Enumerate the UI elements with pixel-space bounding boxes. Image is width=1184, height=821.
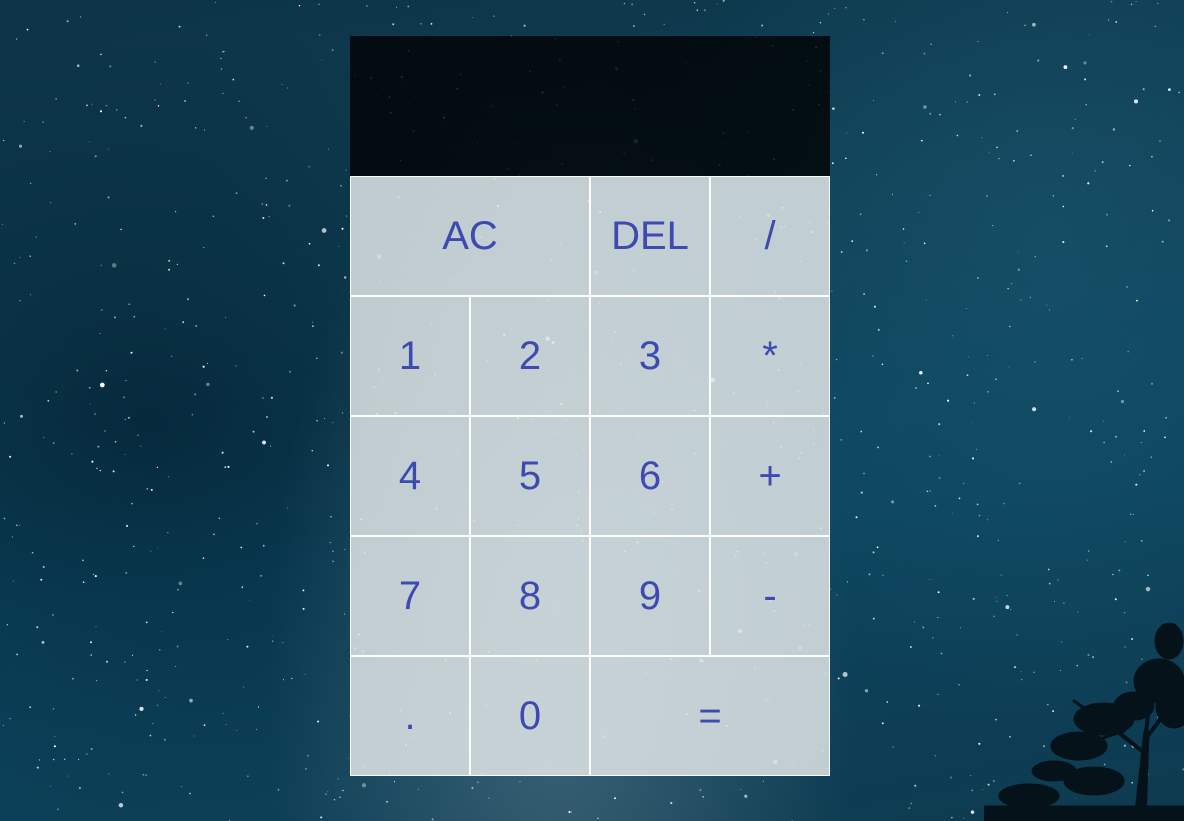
multiply-button[interactable]: *: [710, 296, 830, 416]
divide-button[interactable]: /: [710, 176, 830, 296]
digit-0-button[interactable]: 0: [470, 656, 590, 776]
add-button[interactable]: +: [710, 416, 830, 536]
decimal-point-button[interactable]: .: [350, 656, 470, 776]
digit-8-button[interactable]: 8: [470, 536, 590, 656]
digit-7-button[interactable]: 7: [350, 536, 470, 656]
digit-3-button[interactable]: 3: [590, 296, 710, 416]
digit-2-button[interactable]: 2: [470, 296, 590, 416]
all-clear-button[interactable]: AC: [350, 176, 590, 296]
delete-button[interactable]: DEL: [590, 176, 710, 296]
digit-9-button[interactable]: 9: [590, 536, 710, 656]
digit-6-button[interactable]: 6: [590, 416, 710, 536]
subtract-button[interactable]: -: [710, 536, 830, 656]
calculator-display: [350, 36, 830, 176]
calculator: AC DEL / 1 2 3 * 4 5 6 + 7 8 9 - . 0 =: [350, 36, 830, 776]
digit-5-button[interactable]: 5: [470, 416, 590, 536]
digit-1-button[interactable]: 1: [350, 296, 470, 416]
digit-4-button[interactable]: 4: [350, 416, 470, 536]
equals-button[interactable]: =: [590, 656, 830, 776]
tree-silhouette: [984, 622, 1184, 821]
